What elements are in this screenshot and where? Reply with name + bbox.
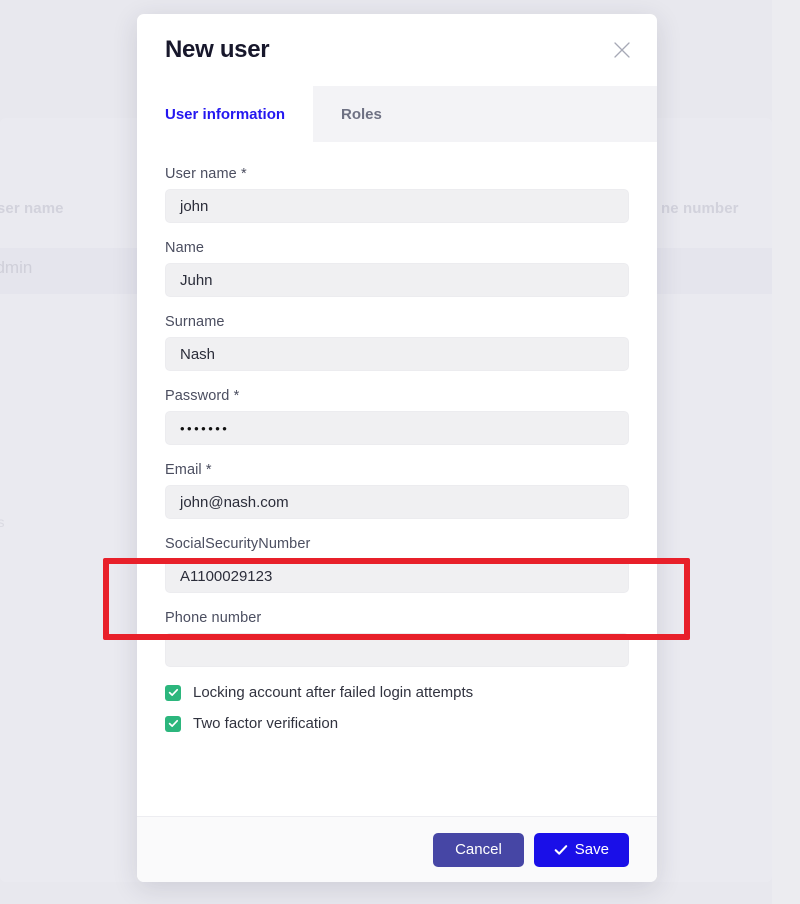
tab-user-information[interactable]: User information bbox=[137, 86, 314, 142]
dialog-tabs: User information Roles bbox=[137, 86, 657, 142]
field-social-security-number-label: SocialSecurityNumber bbox=[165, 536, 311, 552]
checkbox-row-locking-account[interactable]: Locking account after failed login attem… bbox=[165, 684, 629, 701]
field-name-label: Name bbox=[165, 240, 205, 256]
field-social-security-number: SocialSecurityNumber A1100029123 bbox=[165, 536, 629, 593]
surname-input[interactable]: Nash bbox=[165, 337, 629, 371]
background-right-gutter bbox=[772, 0, 800, 904]
cancel-button[interactable]: Cancel bbox=[433, 832, 524, 867]
field-surname-label: Surname bbox=[165, 314, 225, 330]
dialog-body: User name * john Name Juhn Surname Nash … bbox=[137, 142, 657, 816]
background-footer-text: ries bbox=[0, 514, 5, 530]
field-password-label: Password * bbox=[165, 388, 240, 404]
cancel-button-label: Cancel bbox=[455, 841, 502, 858]
tab-roles[interactable]: Roles bbox=[313, 86, 657, 142]
field-user-name: User name * john bbox=[165, 166, 629, 223]
field-phone-number: Phone number bbox=[165, 610, 629, 667]
field-email: Email * john@nash.com bbox=[165, 462, 629, 519]
dialog-header: New user bbox=[137, 14, 657, 86]
save-button[interactable]: Save bbox=[533, 832, 629, 867]
checkbox-label-two-factor-verification: Two factor verification bbox=[193, 715, 339, 732]
check-icon-locking-account[interactable] bbox=[165, 684, 181, 701]
field-password: Password * ••••••• bbox=[165, 388, 629, 445]
check-icon bbox=[554, 843, 568, 857]
social-security-number-input[interactable]: A1100029123 bbox=[165, 559, 629, 593]
dialog-footer: Cancel Save bbox=[137, 816, 657, 882]
field-name: Name Juhn bbox=[165, 240, 629, 297]
checkbox-row-two-factor-verification[interactable]: Two factor verification bbox=[165, 715, 629, 732]
field-phone-number-label: Phone number bbox=[165, 610, 262, 626]
tab-roles-label: Roles bbox=[341, 105, 382, 123]
page-title: New user bbox=[165, 36, 270, 63]
close-icon[interactable] bbox=[609, 37, 635, 63]
checkbox-label-locking-account: Locking account after failed login attem… bbox=[193, 684, 474, 701]
name-input[interactable]: Juhn bbox=[165, 263, 629, 297]
phone-number-input[interactable] bbox=[165, 633, 629, 667]
save-button-label: Save bbox=[574, 841, 609, 858]
field-email-label: Email * bbox=[165, 462, 212, 478]
field-user-name-label: User name * bbox=[165, 166, 247, 182]
email-input[interactable]: john@nash.com bbox=[165, 485, 629, 519]
background-column-phone-number: ne number bbox=[661, 200, 739, 217]
new-user-dialog: New user User information Roles User nam… bbox=[137, 14, 657, 882]
check-icon-two-factor-verification[interactable] bbox=[165, 715, 181, 732]
background-table-cell-admin: admin bbox=[0, 258, 33, 277]
background-column-user-name: User name bbox=[0, 200, 64, 217]
field-surname: Surname Nash bbox=[165, 314, 629, 371]
password-input[interactable]: ••••••• bbox=[165, 411, 629, 445]
tab-user-information-label: User information bbox=[165, 105, 286, 123]
user-name-input[interactable]: john bbox=[165, 189, 629, 223]
